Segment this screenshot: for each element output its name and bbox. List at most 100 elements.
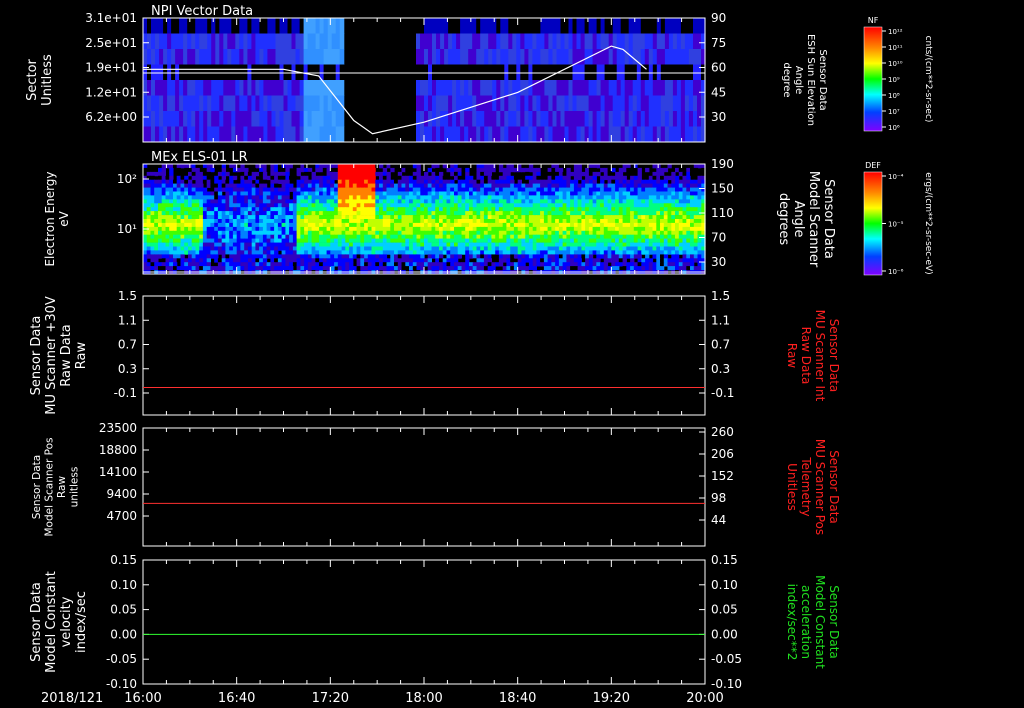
y2tick-label: 0.05 — [711, 603, 738, 617]
y2label-line: ESH Sun Elevation — [805, 34, 816, 126]
colorbar-tick: 10¹¹ — [888, 44, 903, 52]
ytick-label: 0.7 — [118, 338, 137, 352]
y2tick-label: 152 — [711, 469, 734, 483]
ytick-label: 18800 — [99, 443, 137, 457]
y2tick-label: 0.15 — [711, 553, 738, 567]
panel-frame-5 — [142, 559, 706, 685]
y2tick-label: 110 — [711, 206, 734, 220]
ylabel-line: MU Scanner +30V — [44, 296, 59, 415]
colorbar-units: cnts/(cm**2-sr-sec) — [923, 36, 933, 123]
y2tick-label: 0.00 — [711, 627, 738, 641]
y2label-line: Sensor Data — [821, 179, 836, 259]
y2label-line: Model Scanner — [806, 171, 821, 268]
y2tick-label: 70 — [711, 231, 726, 245]
ytick-label: 10¹ — [117, 222, 137, 236]
y2tick-label: 44 — [711, 513, 726, 527]
ylabel-line: Model Constant — [44, 571, 59, 673]
ylabel-line: Sensor Data — [29, 316, 44, 396]
ytick-label: 0.15 — [110, 553, 137, 567]
y2tick-label: 0.7 — [711, 338, 730, 352]
ytick-label: 1.2e+01 — [85, 85, 137, 99]
y2tick-label: 30 — [711, 255, 726, 269]
colorbar-1 — [863, 26, 883, 132]
y2tick-label: 0.10 — [711, 578, 738, 592]
panel-title: MEx ELS-01 LR — [151, 150, 248, 165]
colorbar-tick: 10⁸ — [888, 92, 900, 100]
y2label-line: Raw Data — [799, 327, 813, 385]
y2label-line: Raw — [785, 343, 799, 368]
y2label-line: acceleration — [799, 585, 813, 659]
heatmap-layer — [143, 18, 706, 275]
ytick-label: 4700 — [106, 509, 137, 523]
xtick-label: 18:40 — [499, 691, 536, 706]
ytick-label: 2.5e+01 — [85, 36, 137, 50]
colorbar-tick: 10⁶ — [888, 124, 900, 132]
y2label-line: Model Constant — [813, 575, 827, 669]
npi-heatmap — [143, 18, 706, 143]
y2tick-label: 30 — [711, 110, 726, 124]
ytick-label: 14100 — [99, 465, 137, 479]
ylabel-line: Sensor Data — [31, 455, 43, 519]
colorbar-tick: 10¹² — [888, 28, 903, 36]
y2tick-label: -0.10 — [711, 677, 742, 691]
ytick-label: -0.1 — [114, 386, 137, 400]
y2label-line: Sensor Data — [827, 585, 841, 659]
y2tick-label: -0.1 — [711, 386, 734, 400]
colorbar-tick: 10¹⁰ — [888, 60, 903, 68]
ylabel-line: Raw Data — [59, 324, 74, 387]
y2label-line: degree — [781, 62, 792, 97]
ylabel-line: index/sec — [74, 591, 89, 653]
chart-canvas: 3.1e+01 2.5e+01 1.9e+01 1.2e+01 6.2e+00 90 75 6… — [25, 4, 933, 706]
y2tick-label: 190 — [711, 157, 734, 171]
ylabel-line: Sensor Data — [29, 582, 44, 662]
ylabel-line: unitless — [69, 467, 81, 508]
ytick-label: 9400 — [106, 487, 137, 501]
ylabel-line: Sector — [25, 58, 40, 100]
y2label-line: Unitless — [785, 463, 799, 511]
y2tick-label: 90 — [711, 11, 726, 25]
ytick-label: 0.10 — [110, 578, 137, 592]
ylabel-line: Electron Energy — [43, 171, 57, 266]
panel-frame-4 — [142, 427, 706, 547]
ylabel-line: Raw — [74, 341, 89, 369]
y2label-line: Telemetry — [799, 456, 813, 516]
y2tick-label: -0.05 — [711, 652, 742, 666]
y2label-line: degrees — [776, 193, 791, 246]
ytick-label: 1.9e+01 — [85, 61, 137, 75]
ytick-label: 6.2e+00 — [85, 110, 137, 124]
ytick-label: 3.1e+01 — [85, 11, 137, 25]
ylabel-line: eV — [57, 210, 71, 226]
xtick-label: 17:20 — [312, 691, 349, 706]
ytick-label: 23500 — [99, 421, 137, 435]
colorbar-label: NF — [868, 16, 879, 25]
ytick-label: 10² — [117, 172, 137, 186]
date-label: 2018/121 — [41, 691, 103, 706]
y2tick-label: 75 — [711, 36, 726, 50]
y2label-line: Sensor Data — [827, 450, 841, 524]
y2tick-label: 1.1 — [711, 313, 730, 327]
panel-title: NPI Vector Data — [151, 4, 253, 19]
y2tick-label: 0.3 — [711, 362, 730, 376]
y2label-line: MU Scanner Pos — [813, 439, 827, 535]
y2label-line: MU Scanner Int — [813, 310, 827, 402]
ylabel-line: Unitless — [40, 54, 55, 106]
panel-frame-3 — [142, 295, 706, 416]
colorbar-tick: 10⁻⁵ — [888, 221, 904, 229]
y2label-line: Angle — [793, 66, 804, 94]
ytick-label: 0.00 — [110, 627, 137, 641]
colorbar-tick: 10⁻⁶ — [888, 268, 904, 276]
y2tick-label: 98 — [711, 491, 726, 505]
ytick-label: -0.10 — [106, 677, 137, 691]
colorbar-label: DEF — [865, 161, 881, 170]
colorbar-tick: 10⁻⁴ — [888, 173, 904, 181]
xtick-label: 19:20 — [593, 691, 630, 706]
y2label-line: Sensor Data — [817, 49, 828, 110]
ytick-label: 1.5 — [118, 289, 137, 303]
ylabel-line: Raw — [56, 476, 68, 498]
xtick-label: 18:00 — [405, 691, 442, 706]
y2tick-label: 150 — [711, 182, 734, 196]
y2tick-label: 260 — [711, 425, 734, 439]
colorbar-tick: 10⁷ — [888, 108, 900, 116]
ylabel-line: Model Scanner Pos — [44, 437, 56, 536]
xtick-label: 16:00 — [124, 691, 161, 706]
